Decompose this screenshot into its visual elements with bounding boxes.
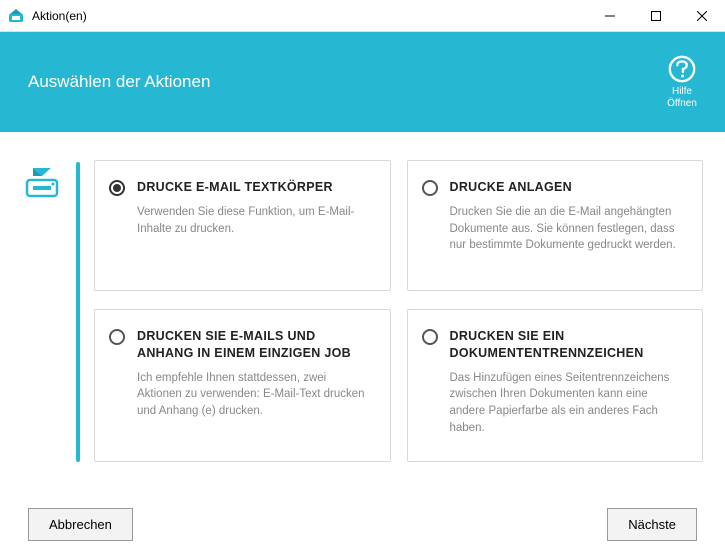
option-description: Drucken Sie die an die E-Mail angehängte…	[450, 204, 687, 254]
window-controls	[587, 0, 725, 31]
option-description: Ich empfehle Ihnen stattdessen, zwei Akt…	[137, 370, 374, 420]
maximize-button[interactable]	[633, 0, 679, 31]
option-print-attachments[interactable]: DRUCKE ANLAGEN Drucken Sie die an die E-…	[407, 160, 704, 291]
option-title: DRUCKEN SIE EIN DOKUMENTENTRENNZEICHEN	[450, 328, 687, 362]
page-title: Auswählen der Aktionen	[28, 72, 210, 92]
card-body: DRUCKE ANLAGEN Drucken Sie die an die E-…	[450, 179, 687, 272]
radio-icon	[109, 180, 125, 196]
card-body: DRUCKEN SIE EIN DOKUMENTENTRENNZEICHEN D…	[450, 328, 687, 443]
close-button[interactable]	[679, 0, 725, 31]
category-icon-container	[22, 160, 62, 462]
cancel-button[interactable]: Abbrechen	[28, 508, 133, 541]
vertical-divider	[76, 162, 80, 462]
help-button[interactable]: HilfeÖffnen	[667, 54, 697, 110]
next-button[interactable]: Nächste	[607, 508, 697, 541]
radio-icon	[109, 329, 125, 345]
card-body: DRUCKEN SIE E-MAILS UND ANHANG IN EINEM …	[137, 328, 374, 443]
window-title: Aktion(en)	[32, 9, 587, 23]
card-body: DRUCKE E-MAIL TEXTKÖRPER Verwenden Sie d…	[137, 179, 374, 272]
help-icon	[667, 54, 697, 84]
help-label: HilfeÖffnen	[667, 86, 697, 110]
titlebar: Aktion(en)	[0, 0, 725, 32]
option-title: DRUCKEN SIE E-MAILS UND ANHANG IN EINEM …	[137, 328, 374, 362]
options-grid: DRUCKE E-MAIL TEXTKÖRPER Verwenden Sie d…	[94, 160, 703, 462]
content-area: DRUCKE E-MAIL TEXTKÖRPER Verwenden Sie d…	[0, 132, 725, 482]
page-header: Auswählen der Aktionen HilfeÖffnen	[0, 32, 725, 132]
option-description: Das Hinzufügen eines Seitentrennzeichens…	[450, 370, 687, 437]
minimize-button[interactable]	[587, 0, 633, 31]
printer-icon	[23, 164, 61, 202]
option-print-single-job[interactable]: DRUCKEN SIE E-MAILS UND ANHANG IN EINEM …	[94, 309, 391, 462]
radio-icon	[422, 180, 438, 196]
option-title: DRUCKE E-MAIL TEXTKÖRPER	[137, 179, 374, 196]
option-description: Verwenden Sie diese Funktion, um E-Mail-…	[137, 204, 374, 237]
option-print-separator[interactable]: DRUCKEN SIE EIN DOKUMENTENTRENNZEICHEN D…	[407, 309, 704, 462]
option-print-email-body[interactable]: DRUCKE E-MAIL TEXTKÖRPER Verwenden Sie d…	[94, 160, 391, 291]
footer-bar: Abbrechen Nächste	[0, 493, 725, 555]
radio-icon	[422, 329, 438, 345]
app-icon	[8, 8, 24, 24]
option-title: DRUCKE ANLAGEN	[450, 179, 687, 196]
